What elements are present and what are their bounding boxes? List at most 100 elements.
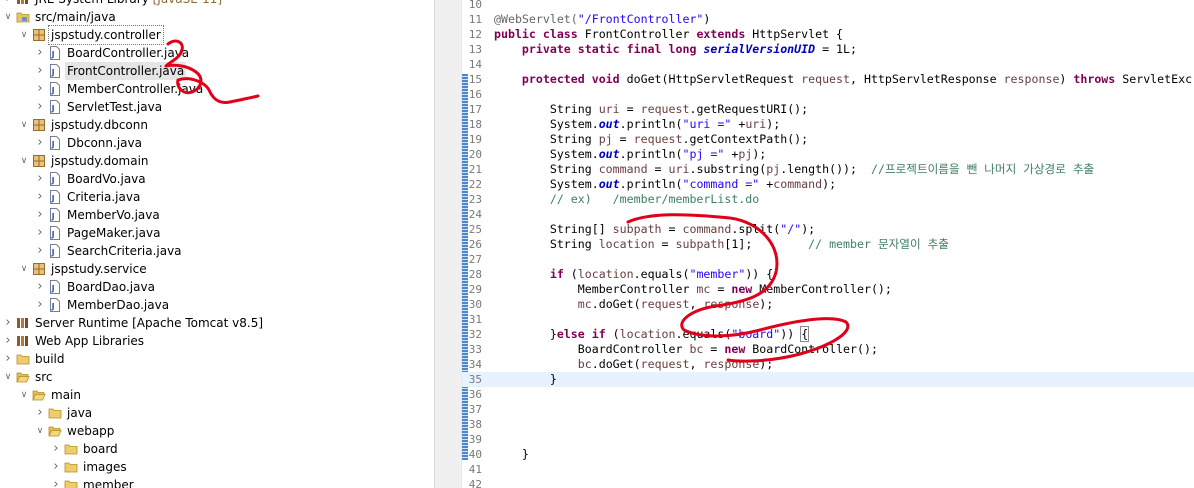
code-line[interactable]: 15⊖ protected void doGet(HttpServletRequ… [462,72,1194,87]
code-line[interactable]: 17 String uri = request.getRequestURI(); [462,102,1194,117]
chevron-down-icon[interactable]: ∨ [18,116,30,134]
tree-item[interactable]: › board [0,440,434,458]
chevron-right-icon[interactable]: › [34,224,46,242]
code-line[interactable]: 10 [462,0,1194,12]
code-editor[interactable]: 10 11 @WebServlet("/FrontController") 12 pub… [462,0,1194,488]
library-icon [16,334,30,348]
chevron-right-icon[interactable]: › [34,62,46,80]
code-line[interactable]: 34 bc.doGet(request, response); [462,357,1194,372]
tree-item[interactable]: › Web App Libraries [0,332,434,350]
tree-item[interactable]: › Server Runtime [Apache Tomcat v8.5] [0,314,434,332]
chevron-down-icon[interactable]: ∨ [2,8,14,26]
tree-item[interactable]: › images [0,458,434,476]
code-line[interactable]: 39 [462,432,1194,447]
tree-item[interactable]: › J Dbconn.java [0,134,434,152]
code-line[interactable]: 41 [462,462,1194,477]
code-line[interactable]: 13 private static final long serialVersi… [462,42,1194,57]
code-line[interactable]: 35 } [462,372,1194,387]
chevron-right-icon[interactable]: › [2,350,14,368]
chevron-right-icon[interactable]: › [34,170,46,188]
code-line[interactable]: 28 if (location.equals("member")) { [462,267,1194,282]
tree-item[interactable]: ∨ jspstudy.controller [0,25,434,45]
code-line[interactable]: 33 BoardController bc = new BoardControl… [462,342,1194,357]
tree-item[interactable]: › J MemberController.java [0,80,434,98]
code-line[interactable]: 27 [462,252,1194,267]
chevron-down-icon[interactable]: ∨ [34,422,46,440]
chevron-down-icon[interactable]: ∨ [18,386,30,404]
tree-item[interactable]: › build [0,350,434,368]
code-line[interactable]: 18 System.out.println("uri =" +uri); [462,117,1194,132]
chevron-right-icon[interactable]: › [34,296,46,314]
chevron-right-icon[interactable]: › [50,440,62,458]
chevron-right-icon[interactable]: › [2,0,14,8]
chevron-right-icon[interactable]: › [34,188,46,206]
tree-item[interactable]: ∨ src/main/java [0,8,434,26]
code-line[interactable]: 11 @WebServlet("/FrontController") [462,12,1194,27]
tree-item[interactable]: › J BoardVo.java [0,170,434,188]
tree-item[interactable]: ∨ jspstudy.domain [0,152,434,170]
code-line[interactable]: 12 public class FrontController extends H… [462,27,1194,42]
chevron-right-icon[interactable]: › [50,458,62,476]
chevron-right-icon[interactable]: › [34,404,46,422]
code-line[interactable]: 23 // ex) /member/memberList.do [462,192,1194,207]
code-line[interactable]: 38 [462,417,1194,432]
chevron-right-icon[interactable]: › [34,44,46,62]
code-line[interactable]: 30 mc.doGet(request, response); [462,297,1194,312]
tree-item[interactable]: ∨ src [0,368,434,386]
chevron-right-icon[interactable]: › [34,278,46,296]
code-line[interactable]: 25 String[] subpath = command.split("/")… [462,222,1194,237]
chevron-right-icon[interactable]: › [2,332,14,350]
code-line[interactable]: 14 [462,57,1194,72]
code-token: "member" [689,267,746,281]
tree-item[interactable]: › J SearchCriteria.java [0,242,434,260]
tree-item[interactable]: › JRE System Library [JavaSE-11] [0,0,434,8]
code-line[interactable]: 20 System.out.println("pj =" +pj); [462,147,1194,162]
chevron-down-icon[interactable]: ∨ [18,260,30,278]
chevron-down-icon[interactable]: ∨ [18,26,30,44]
chevron-right-icon[interactable]: › [34,206,46,224]
tree-item[interactable]: › J BoardController.java [0,44,434,62]
chevron-down-icon[interactable]: ∨ [2,368,14,386]
code-line[interactable]: 22 System.out.println("command =" +comma… [462,177,1194,192]
tree-item[interactable]: › J Criteria.java [0,188,434,206]
tree-item[interactable]: › J ServletTest.java [0,98,434,116]
chevron-right-icon[interactable]: › [34,134,46,152]
tree-item[interactable]: ∨ main [0,386,434,404]
chevron-right-icon[interactable]: › [34,98,46,116]
code-line[interactable]: 21 String command = uri.substring(pj.len… [462,162,1194,177]
code-token: .equals( [675,327,732,341]
tree-item[interactable]: › java [0,404,434,422]
line-number: 42 [468,478,482,488]
code-text: MemberController mc = new MemberControll… [494,282,892,297]
tree-item[interactable]: ∨ jspstudy.dbconn [0,116,434,134]
pane-splitter[interactable] [434,0,462,488]
code-line[interactable]: 26 String location = subpath[1]; // memb… [462,237,1194,252]
code-line[interactable]: 16 [462,87,1194,102]
chevron-right-icon[interactable]: › [2,314,14,332]
tree-item[interactable]: › J FrontController.java [0,62,434,80]
tree-item[interactable]: › J MemberDao.java [0,296,434,314]
tree-item[interactable]: › member [0,476,434,488]
tree-item[interactable]: › J MemberVo.java [0,206,434,224]
code-line[interactable]: 32 }else if (location.equals("board")) { [462,326,1194,342]
code-line[interactable]: 31 [462,312,1194,327]
tree-item[interactable]: › J BoardDao.java [0,278,434,296]
code-token: = [661,222,683,236]
code-line[interactable]: 36 [462,387,1194,402]
tree-item[interactable]: › J PageMaker.java [0,224,434,242]
code-line[interactable]: 19 String pj = request.getContextPath(); [462,132,1194,147]
code-line[interactable]: 40 } [462,447,1194,462]
chevron-right-icon[interactable]: › [34,242,46,260]
code-line[interactable]: 42 [462,477,1194,488]
tree-item-label: jspstudy.service [51,262,147,276]
chevron-right-icon[interactable]: › [34,80,46,98]
code-line[interactable]: 24 [462,207,1194,222]
tree-item[interactable]: ∨ webapp [0,422,434,440]
chevron-down-icon[interactable]: ∨ [18,152,30,170]
code-line[interactable]: 37 [462,402,1194,417]
code-line[interactable]: 29 MemberController mc = new MemberContr… [462,282,1194,297]
chevron-right-icon[interactable]: › [50,476,62,488]
code-token: out [598,177,620,191]
tree-item[interactable]: ∨ jspstudy.service [0,260,434,278]
source-folder-icon [16,10,30,24]
